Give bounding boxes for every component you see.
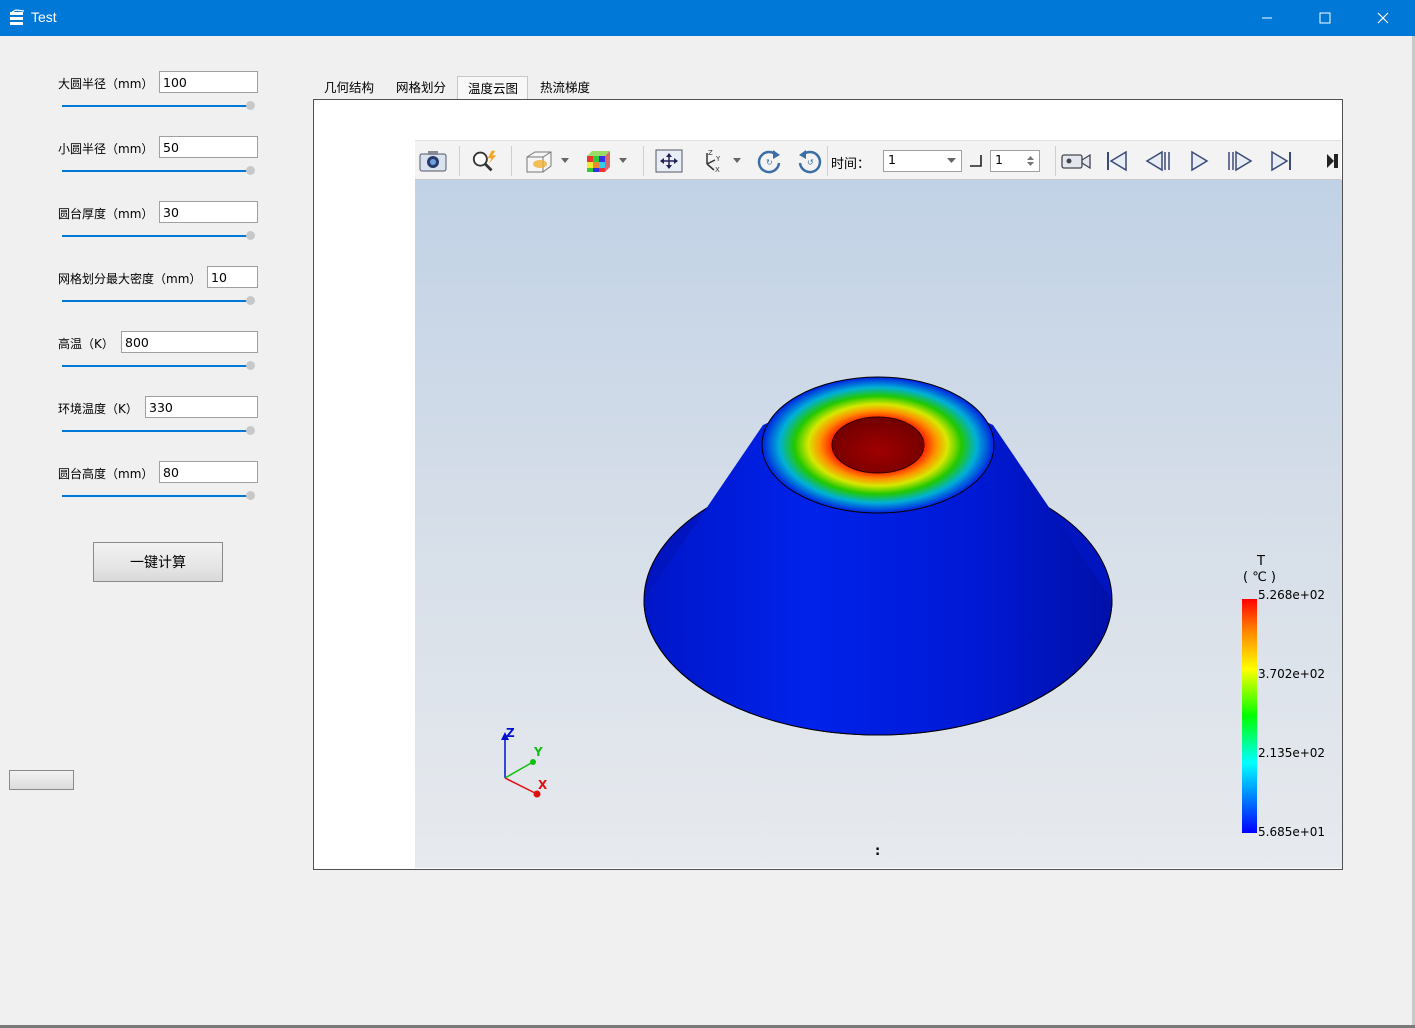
legend-max-value: 5.268e+02 (1258, 588, 1326, 602)
mesh-density-input[interactable] (207, 266, 258, 288)
triad-x-label: X (538, 778, 548, 792)
close-icon (1377, 12, 1389, 24)
chevron-down-icon (947, 158, 956, 163)
record-video-button[interactable] (1061, 149, 1091, 173)
viewport-caption: : (875, 844, 881, 859)
ambient-temp-input[interactable] (145, 396, 258, 418)
thickness-input[interactable] (159, 201, 258, 223)
ambient-temp-slider[interactable] (62, 426, 256, 436)
svg-text:Y: Y (715, 155, 721, 163)
camera-icon (419, 151, 447, 172)
tab-heat-flux[interactable]: 热流梯度 (540, 76, 590, 100)
small-radius-input[interactable] (159, 136, 258, 158)
rotate-ccw-icon: ↺ (798, 150, 822, 174)
screenshot-button[interactable] (419, 149, 447, 173)
box-view-icon (526, 151, 569, 173)
time-select[interactable]: 1 (883, 150, 962, 172)
toolbar-overflow-icon[interactable] (1325, 151, 1339, 171)
window-title: Test (31, 9, 57, 25)
param-label-large-radius: 大圆半径（mm） (58, 77, 154, 91)
legend-title: T (1257, 554, 1265, 569)
slider-handle[interactable] (246, 101, 255, 110)
video-icon (1061, 153, 1091, 170)
svg-text:↻: ↻ (766, 158, 773, 167)
title-bar: Test (0, 0, 1415, 36)
color-map-dropdown[interactable] (583, 149, 633, 173)
tab-temperature-contour[interactable]: 温度云图 (457, 76, 528, 100)
param-label-height: 圆台高度（mm） (58, 467, 154, 481)
large-radius-slider[interactable] (62, 101, 256, 111)
zoom-icon (472, 150, 497, 172)
time-select-value: 1 (888, 152, 896, 167)
slider-handle[interactable] (246, 426, 255, 435)
tab-mesh[interactable]: 网格划分 (396, 76, 446, 100)
height-input[interactable] (159, 461, 258, 483)
legend-unit: ( ℃ ) (1243, 570, 1277, 585)
color-cube-icon (587, 151, 627, 172)
triad-y-label: Y (534, 745, 543, 759)
slider-handle[interactable] (246, 166, 255, 175)
play-icon (1191, 150, 1209, 172)
mesh-density-slider[interactable] (62, 296, 256, 306)
high-temp-slider[interactable] (62, 361, 256, 371)
play-button[interactable] (1185, 149, 1213, 173)
legend-color-bar (1242, 599, 1257, 833)
maximize-icon (1319, 12, 1331, 24)
step-spinbox-value: 1 (995, 152, 1003, 167)
unlabeled-button[interactable] (9, 770, 74, 790)
rotate-counterclockwise-button[interactable]: ↺ (796, 149, 824, 174)
calculate-button[interactable]: 一键计算 (93, 542, 223, 582)
param-label-small-radius: 小圆半径（mm） (58, 142, 154, 156)
view-mode-dropdown[interactable] (523, 149, 573, 173)
slider-handle[interactable] (246, 231, 255, 240)
tab-geometry[interactable]: 几何结构 (324, 76, 374, 100)
spin-arrows-icon (1027, 156, 1034, 166)
maximize-button[interactable] (1296, 0, 1354, 36)
previous-frame-button[interactable] (1144, 149, 1172, 173)
param-label-thickness: 圆台厚度（mm） (58, 207, 154, 221)
triad-z-label: Z (506, 726, 515, 740)
slider-handle[interactable] (246, 296, 255, 305)
first-frame-button[interactable] (1103, 149, 1131, 173)
prev-frame-icon (1145, 150, 1170, 172)
axes-icon: Z Y X (706, 149, 741, 173)
param-label-ambient-temp: 环境温度（K） (58, 402, 138, 416)
last-frame-button[interactable] (1267, 149, 1295, 173)
fit-view-button[interactable] (655, 149, 683, 173)
step-marker-icon (970, 155, 982, 167)
minimize-button[interactable] (1238, 0, 1296, 36)
param-label-mesh-density: 网格划分最大密度（mm） (58, 272, 202, 286)
svg-text:X: X (715, 166, 720, 173)
first-frame-icon (1107, 150, 1127, 172)
large-radius-input[interactable] (159, 71, 258, 93)
time-label: 时间： (831, 157, 871, 172)
high-temp-input[interactable] (121, 331, 258, 353)
next-frame-icon (1228, 150, 1253, 172)
slider-handle[interactable] (246, 491, 255, 500)
height-slider[interactable] (62, 491, 256, 501)
param-label-high-temp: 高温（K） (58, 337, 114, 351)
next-frame-button[interactable] (1226, 149, 1254, 173)
svg-text:↺: ↺ (807, 158, 814, 167)
legend-value-2: 3.702e+02 (1258, 667, 1326, 681)
3d-viewport[interactable]: Z Y X : (415, 180, 1342, 868)
close-button[interactable] (1354, 0, 1412, 36)
app-icon (10, 9, 25, 25)
rotate-cw-icon: ↻ (757, 150, 781, 174)
fit-view-icon (655, 149, 683, 173)
last-frame-icon (1271, 150, 1291, 172)
small-radius-slider[interactable] (62, 166, 256, 176)
viewer-toolbar: Z Y X ↻ ↺ 时间： 1 1 (415, 140, 1341, 180)
step-spinbox[interactable]: 1 (990, 150, 1040, 172)
legend-value-3: 2.135e+02 (1258, 746, 1326, 760)
slider-handle[interactable] (246, 361, 255, 370)
svg-text:Z: Z (708, 149, 713, 157)
axes-dropdown[interactable]: Z Y X (699, 149, 745, 173)
minimize-icon (1262, 17, 1272, 19)
zoom-button[interactable] (471, 149, 499, 173)
rotate-clockwise-button[interactable]: ↻ (755, 149, 783, 174)
thickness-slider[interactable] (62, 231, 256, 241)
legend-min-value: 5.685e+01 (1258, 825, 1326, 839)
